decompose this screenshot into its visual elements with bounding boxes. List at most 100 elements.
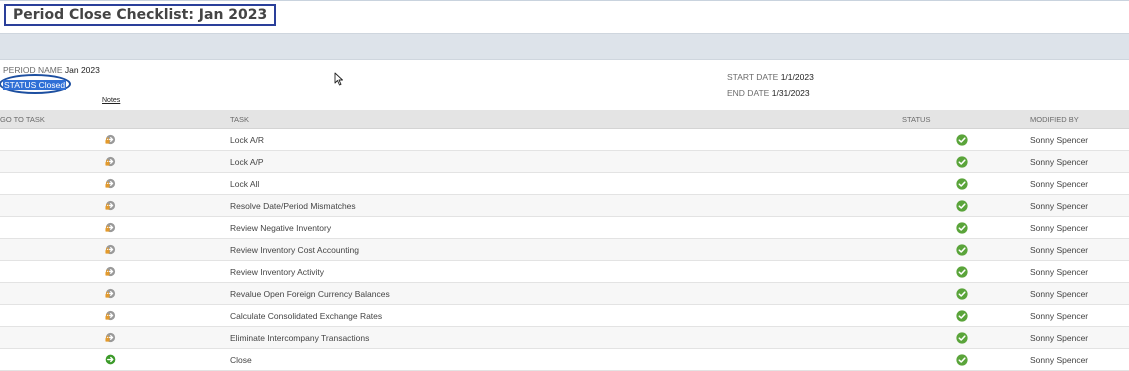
table-row: Review Negative Inventory Sonny Spencer <box>0 216 1129 239</box>
task-name: Revalue Open Foreign Currency Balances <box>220 282 902 305</box>
modified-by: Sonny Spencer <box>1022 172 1129 195</box>
status-cell <box>902 150 1022 173</box>
start-date-label: START DATE <box>727 72 779 82</box>
status-cell <box>902 194 1022 217</box>
modified-by: Sonny Spencer <box>1022 260 1129 283</box>
button-bar <box>0 33 1129 60</box>
table-row: Review Inventory Cost Accounting Sonny Sp… <box>0 238 1129 261</box>
check-circle-icon <box>956 199 968 212</box>
go-to-task-cell <box>0 348 220 371</box>
locked-arrow-icon[interactable] <box>104 156 116 167</box>
go-to-task-cell <box>0 260 220 283</box>
check-circle-icon <box>956 243 968 256</box>
modified-by: Sonny Spencer <box>1022 216 1129 239</box>
modified-by: Sonny Spencer <box>1022 282 1129 305</box>
modified-by: Sonny Spencer <box>1022 326 1129 349</box>
modified-by: Sonny Spencer <box>1022 128 1129 151</box>
task-name: Close <box>220 348 902 371</box>
table-row: Lock A/P Sonny Spencer <box>0 150 1129 173</box>
go-to-task-cell <box>0 326 220 349</box>
check-circle-icon <box>956 331 968 344</box>
check-circle-icon <box>956 133 968 146</box>
go-to-task-cell <box>0 216 220 239</box>
locked-arrow-icon[interactable] <box>104 200 116 211</box>
task-name: Lock A/P <box>220 150 902 173</box>
end-date-label: END DATE <box>727 88 770 98</box>
modified-by: Sonny Spencer <box>1022 304 1129 327</box>
check-circle-icon <box>956 155 968 168</box>
table-body: Lock A/R Sonny Spencer Lock A/P Sonny Spenc… <box>0 128 1129 371</box>
table-row: Close Sonny Spencer <box>0 348 1129 371</box>
check-circle-icon <box>956 353 968 366</box>
header-task[interactable]: TASK <box>220 110 902 129</box>
task-name: Review Inventory Cost Accounting <box>220 238 902 261</box>
check-circle-icon <box>956 287 968 300</box>
top-border-line <box>0 0 1129 1</box>
go-to-task-cell <box>0 304 220 327</box>
status-cell <box>902 216 1022 239</box>
task-name: Lock A/R <box>220 128 902 151</box>
status-cell <box>902 304 1022 327</box>
table-row: Eliminate Intercompany Transactions Sonny… <box>0 326 1129 349</box>
task-name: Review Inventory Activity <box>220 260 902 283</box>
end-date-field: END DATE 1/31/2023 <box>727 88 810 98</box>
header-status[interactable]: STATUS <box>902 110 1022 129</box>
locked-arrow-icon[interactable] <box>104 266 116 277</box>
locked-arrow-icon[interactable] <box>104 288 116 299</box>
task-name: Lock All <box>220 172 902 195</box>
check-circle-icon <box>956 177 968 190</box>
status-cell <box>902 172 1022 195</box>
end-date-value: 1/31/2023 <box>771 88 810 98</box>
period-name-value: Jan 2023 <box>64 65 100 75</box>
go-arrow-icon[interactable] <box>105 354 116 365</box>
start-date-value: 1/1/2023 <box>780 72 814 82</box>
go-to-task-cell <box>0 150 220 173</box>
locked-arrow-icon[interactable] <box>104 134 116 145</box>
checklist-table: GO TO TASK TASK STATUS MODIFIED BY Lock … <box>0 110 1129 371</box>
check-circle-icon <box>956 221 968 234</box>
status-cell <box>902 326 1022 349</box>
status-field: STATUS Closed <box>3 80 67 90</box>
header-go-to-task[interactable]: GO TO TASK <box>0 110 220 129</box>
status-cell <box>902 238 1022 261</box>
table-row: Lock A/R Sonny Spencer <box>0 128 1129 151</box>
table-row: Review Inventory Activity Sonny Spencer <box>0 260 1129 283</box>
locked-arrow-icon[interactable] <box>104 178 116 189</box>
status-value: Closed <box>38 80 66 90</box>
period-name-field: PERIOD NAME Jan 2023 <box>3 65 100 75</box>
status-label: STATUS <box>4 80 37 90</box>
table-row: Resolve Date/Period Mismatches Sonny Spen… <box>0 194 1129 217</box>
go-to-task-cell <box>0 172 220 195</box>
modified-by: Sonny Spencer <box>1022 348 1129 371</box>
modified-by: Sonny Spencer <box>1022 194 1129 217</box>
modified-by: Sonny Spencer <box>1022 150 1129 173</box>
task-name: Eliminate Intercompany Transactions <box>220 326 902 349</box>
header-modified-by[interactable]: MODIFIED BY <box>1022 110 1129 129</box>
locked-arrow-icon[interactable] <box>104 310 116 321</box>
locked-arrow-icon[interactable] <box>104 244 116 255</box>
status-cell <box>902 282 1022 305</box>
mouse-cursor-icon <box>334 72 343 86</box>
notes-link[interactable]: Notes <box>102 97 120 104</box>
go-to-task-cell <box>0 238 220 261</box>
table-row: Lock All Sonny Spencer <box>0 172 1129 195</box>
status-cell <box>902 260 1022 283</box>
check-circle-icon <box>956 309 968 322</box>
status-cell <box>902 128 1022 151</box>
go-to-task-cell <box>0 282 220 305</box>
table-row: Revalue Open Foreign Currency Balances So… <box>0 282 1129 305</box>
status-cell <box>902 348 1022 371</box>
start-date-field: START DATE 1/1/2023 <box>727 72 814 82</box>
locked-arrow-icon[interactable] <box>104 332 116 343</box>
table-row: Calculate Consolidated Exchange Rates Son… <box>0 304 1129 327</box>
table-header-row: GO TO TASK TASK STATUS MODIFIED BY <box>0 110 1129 129</box>
go-to-task-cell <box>0 128 220 151</box>
check-circle-icon <box>956 265 968 278</box>
task-name: Review Negative Inventory <box>220 216 902 239</box>
task-name: Calculate Consolidated Exchange Rates <box>220 304 902 327</box>
locked-arrow-icon[interactable] <box>104 222 116 233</box>
go-to-task-cell <box>0 194 220 217</box>
task-name: Resolve Date/Period Mismatches <box>220 194 902 217</box>
modified-by: Sonny Spencer <box>1022 238 1129 261</box>
page-title: Period Close Checklist: Jan 2023 <box>4 4 277 26</box>
